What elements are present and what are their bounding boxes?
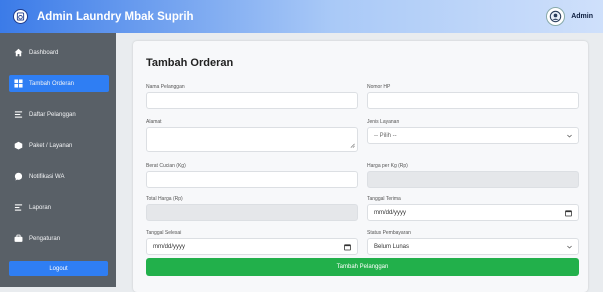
status-pembayaran-label: Status Pembayaran (367, 230, 411, 236)
berat-cucian-label: Berat Cucian (Kg) (146, 163, 186, 169)
brand: Admin Laundry Mbak Suprih (13, 9, 194, 24)
alamat-textarea[interactable] (146, 127, 358, 152)
sidebar-item-label: Paket / Layanan (29, 142, 73, 149)
sidebar-item-notifikasi-wa[interactable]: Notifikasi WA (9, 168, 109, 185)
page-title: Tambah Orderan (146, 57, 234, 69)
calendar-icon[interactable] (565, 209, 572, 216)
alamat-label: Alamat (146, 119, 162, 125)
home-icon (13, 48, 23, 58)
gear-icon (13, 234, 23, 244)
sidebar-item-laporan[interactable]: Laporan (9, 199, 109, 216)
jenis-layanan-label: Jenis Layanan (367, 119, 400, 125)
chevron-down-icon (567, 245, 572, 249)
chat-icon (13, 172, 23, 182)
calendar-icon[interactable] (344, 243, 351, 250)
logout-button[interactable]: Logout (9, 261, 108, 276)
sidebar-item-daftar-pelanggan[interactable]: Daftar Pelanggan (9, 106, 109, 123)
app-title: Admin Laundry Mbak Suprih (37, 10, 194, 23)
tanggal-terima-label: Tanggal Terima (367, 196, 401, 202)
nomor-hp-label: Nomor HP (367, 84, 391, 90)
sidebar-item-label: Notifikasi WA (29, 173, 65, 180)
sidebar-item-label: Dashboard (29, 49, 59, 56)
nama-pelanggan-input[interactable] (146, 92, 358, 109)
order-form-card: Tambah Orderan Nama Pelanggan Nomor HP A… (133, 41, 588, 292)
tanggal-terima-input[interactable]: mm/dd/yyyy (367, 204, 579, 221)
sidebar-item-label: Pengaturan (29, 235, 61, 242)
harga-per-kg-input (367, 171, 579, 188)
harga-per-kg-label: Harga per Kg (Rp) (367, 163, 408, 169)
list-icon (13, 110, 23, 120)
resize-handle-icon[interactable] (350, 143, 355, 150)
top-bar: Admin Laundry Mbak Suprih Admin (0, 0, 603, 33)
report-icon (13, 203, 23, 213)
tanggal-selesai-label: Tanggal Selesai (146, 230, 182, 236)
nama-pelanggan-label: Nama Pelanggan (146, 84, 185, 90)
admin-avatar-icon[interactable] (546, 7, 566, 26)
sidebar-item-pengaturan[interactable]: Pengaturan (9, 230, 109, 247)
grid-icon (13, 79, 23, 89)
total-harga-label: Total Harga (Rp) (146, 196, 183, 202)
nomor-hp-input[interactable] (367, 92, 579, 109)
tambah-pelanggan-button[interactable]: Tambah Pelanggan (146, 258, 579, 276)
sidebar-item-label: Laporan (29, 204, 52, 211)
laundry-logo-icon (13, 9, 28, 24)
admin-menu[interactable]: Admin (546, 7, 593, 26)
tanggal-terima-value: mm/dd/yyyy (374, 209, 407, 216)
tanggal-selesai-input[interactable]: mm/dd/yyyy (146, 238, 358, 255)
sidebar-item-dashboard[interactable]: Dashboard (9, 44, 109, 61)
chevron-down-icon (567, 134, 572, 138)
box-icon (13, 141, 23, 151)
sidebar-item-tambah-orderan[interactable]: Tambah Orderan (9, 75, 109, 92)
jenis-layanan-select[interactable]: -- Pilih -- (367, 127, 579, 144)
sidebar-item-label: Tambah Orderan (29, 80, 75, 87)
sidebar-item-paket-layanan[interactable]: Paket / Layanan (9, 137, 109, 154)
sidebar: Dashboard Tambah Orderan Daftar Pelangga… (0, 33, 116, 287)
status-pembayaran-select[interactable]: Belum Lunas (367, 238, 579, 255)
tanggal-selesai-value: mm/dd/yyyy (153, 243, 186, 250)
jenis-layanan-value: -- Pilih -- (374, 132, 397, 139)
total-harga-input (146, 204, 358, 221)
sidebar-item-label: Daftar Pelanggan (29, 111, 76, 118)
status-pembayaran-value: Belum Lunas (374, 243, 410, 250)
admin-label[interactable]: Admin (571, 13, 593, 20)
berat-cucian-input[interactable] (146, 171, 358, 188)
main-content: Tambah Orderan Nama Pelanggan Nomor HP A… (116, 33, 603, 292)
